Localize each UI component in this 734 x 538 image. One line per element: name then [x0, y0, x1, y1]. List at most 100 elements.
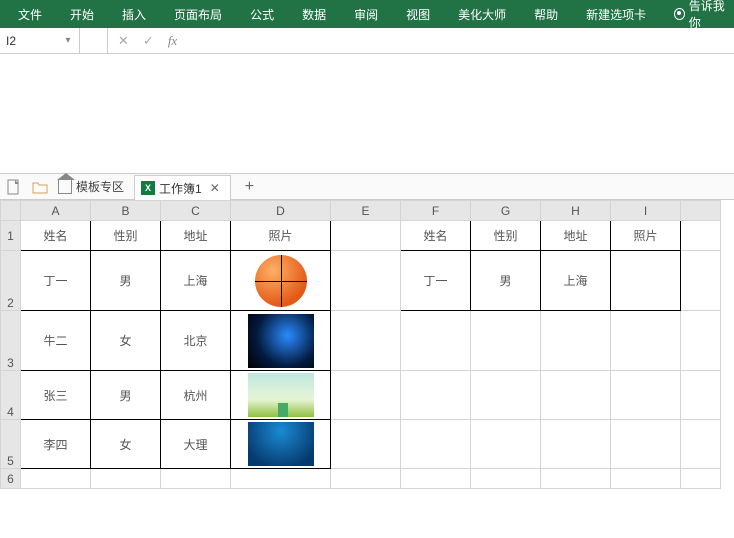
cell[interactable]: 男 [91, 371, 161, 420]
spreadsheet-grid[interactable]: A B C D E F G H I 1 姓名 性别 地址 照片 姓名 性别 地址… [0, 200, 734, 538]
cell[interactable] [541, 469, 611, 489]
cell[interactable] [471, 469, 541, 489]
cell[interactable] [91, 469, 161, 489]
row-2[interactable]: 2 [1, 251, 21, 311]
cell[interactable] [331, 371, 401, 420]
col-H[interactable]: H [541, 201, 611, 221]
formula-input[interactable] [187, 28, 734, 53]
cell[interactable]: 牛二 [21, 311, 91, 371]
cell[interactable]: 大理 [161, 420, 231, 469]
tab-help[interactable]: 帮助 [520, 0, 572, 29]
cell[interactable]: 丁一 [401, 251, 471, 311]
cell[interactable]: 性别 [471, 221, 541, 251]
row-1[interactable]: 1 [1, 221, 21, 251]
cell[interactable] [611, 371, 681, 420]
tab-layout[interactable]: 页面布局 [160, 0, 236, 29]
tab-beautify[interactable]: 美化大师 [444, 0, 520, 29]
confirm-icon[interactable]: ✓ [143, 33, 154, 49]
tab-formula[interactable]: 公式 [236, 0, 288, 29]
col-I[interactable]: I [611, 201, 681, 221]
cell[interactable]: 性别 [91, 221, 161, 251]
cell[interactable]: 照片 [231, 221, 331, 251]
cell[interactable] [471, 311, 541, 371]
cell[interactable] [21, 469, 91, 489]
cell[interactable]: 丁一 [21, 251, 91, 311]
cell[interactable] [611, 311, 681, 371]
col-E[interactable]: E [331, 201, 401, 221]
cell[interactable] [681, 371, 721, 420]
cell[interactable] [681, 251, 721, 311]
cell[interactable] [611, 420, 681, 469]
cell[interactable] [471, 420, 541, 469]
row-3[interactable]: 3 [1, 311, 21, 371]
chevron-down-icon[interactable]: ▾ [63, 36, 73, 46]
cell[interactable] [231, 469, 331, 489]
tab-insert[interactable]: 插入 [108, 0, 160, 29]
tab-review[interactable]: 审阅 [340, 0, 392, 29]
tell-me[interactable]: 告诉我你 [660, 0, 730, 31]
close-sheet-icon[interactable]: ✕ [206, 181, 224, 195]
cell[interactable] [681, 420, 721, 469]
row-6[interactable]: 6 [1, 469, 21, 489]
cell[interactable] [331, 469, 401, 489]
tab-newtab[interactable]: 新建选项卡 [572, 0, 660, 29]
sheet-tab[interactable]: X 工作簿1 ✕ [134, 175, 231, 200]
cell[interactable] [541, 371, 611, 420]
col-F[interactable]: F [401, 201, 471, 221]
tab-file[interactable]: 文件 [4, 0, 56, 29]
cell-photo[interactable] [231, 420, 331, 469]
cell[interactable]: 李四 [21, 420, 91, 469]
row-5[interactable]: 5 [1, 420, 21, 469]
cell[interactable]: 北京 [161, 311, 231, 371]
open-folder-icon[interactable] [32, 179, 48, 195]
col-A[interactable]: A [21, 201, 91, 221]
cell[interactable]: 上海 [161, 251, 231, 311]
col-D[interactable]: D [231, 201, 331, 221]
cell[interactable]: 张三 [21, 371, 91, 420]
cell[interactable] [471, 371, 541, 420]
col-G[interactable]: G [471, 201, 541, 221]
new-file-icon[interactable] [6, 179, 22, 195]
add-sheet-icon[interactable]: + [241, 178, 258, 196]
cell[interactable] [611, 251, 681, 311]
name-box[interactable]: I2 ▾ [0, 28, 80, 53]
cell[interactable] [401, 420, 471, 469]
cell[interactable] [681, 311, 721, 371]
col-extra[interactable] [681, 201, 721, 221]
tab-data[interactable]: 数据 [288, 0, 340, 29]
cell[interactable]: 姓名 [401, 221, 471, 251]
col-B[interactable]: B [91, 201, 161, 221]
tab-view[interactable]: 视图 [392, 0, 444, 29]
cell[interactable] [541, 311, 611, 371]
cell[interactable] [681, 221, 721, 251]
cell[interactable]: 女 [91, 311, 161, 371]
template-area[interactable]: 模板专区 [58, 178, 124, 195]
cell[interactable] [541, 420, 611, 469]
cancel-icon[interactable]: ✕ [118, 33, 129, 49]
cell[interactable] [401, 371, 471, 420]
cell[interactable]: 男 [91, 251, 161, 311]
cell[interactable] [401, 469, 471, 489]
row-4[interactable]: 4 [1, 371, 21, 420]
cell-photo[interactable] [231, 371, 331, 420]
cell[interactable]: 男 [471, 251, 541, 311]
cell[interactable]: 地址 [541, 221, 611, 251]
col-C[interactable]: C [161, 201, 231, 221]
cell[interactable] [611, 469, 681, 489]
cell-photo[interactable] [231, 311, 331, 371]
cell[interactable] [161, 469, 231, 489]
cell[interactable]: 地址 [161, 221, 231, 251]
cell[interactable] [331, 420, 401, 469]
cell[interactable]: 女 [91, 420, 161, 469]
cell-photo[interactable] [231, 251, 331, 311]
cell[interactable]: 照片 [611, 221, 681, 251]
cell[interactable]: 上海 [541, 251, 611, 311]
cell[interactable] [681, 469, 721, 489]
cell[interactable]: 杭州 [161, 371, 231, 420]
cell[interactable]: 姓名 [21, 221, 91, 251]
select-all-corner[interactable] [1, 201, 21, 221]
fx-icon[interactable]: fx [168, 33, 177, 49]
cell[interactable] [331, 251, 401, 311]
tab-home[interactable]: 开始 [56, 0, 108, 29]
cell[interactable] [401, 311, 471, 371]
